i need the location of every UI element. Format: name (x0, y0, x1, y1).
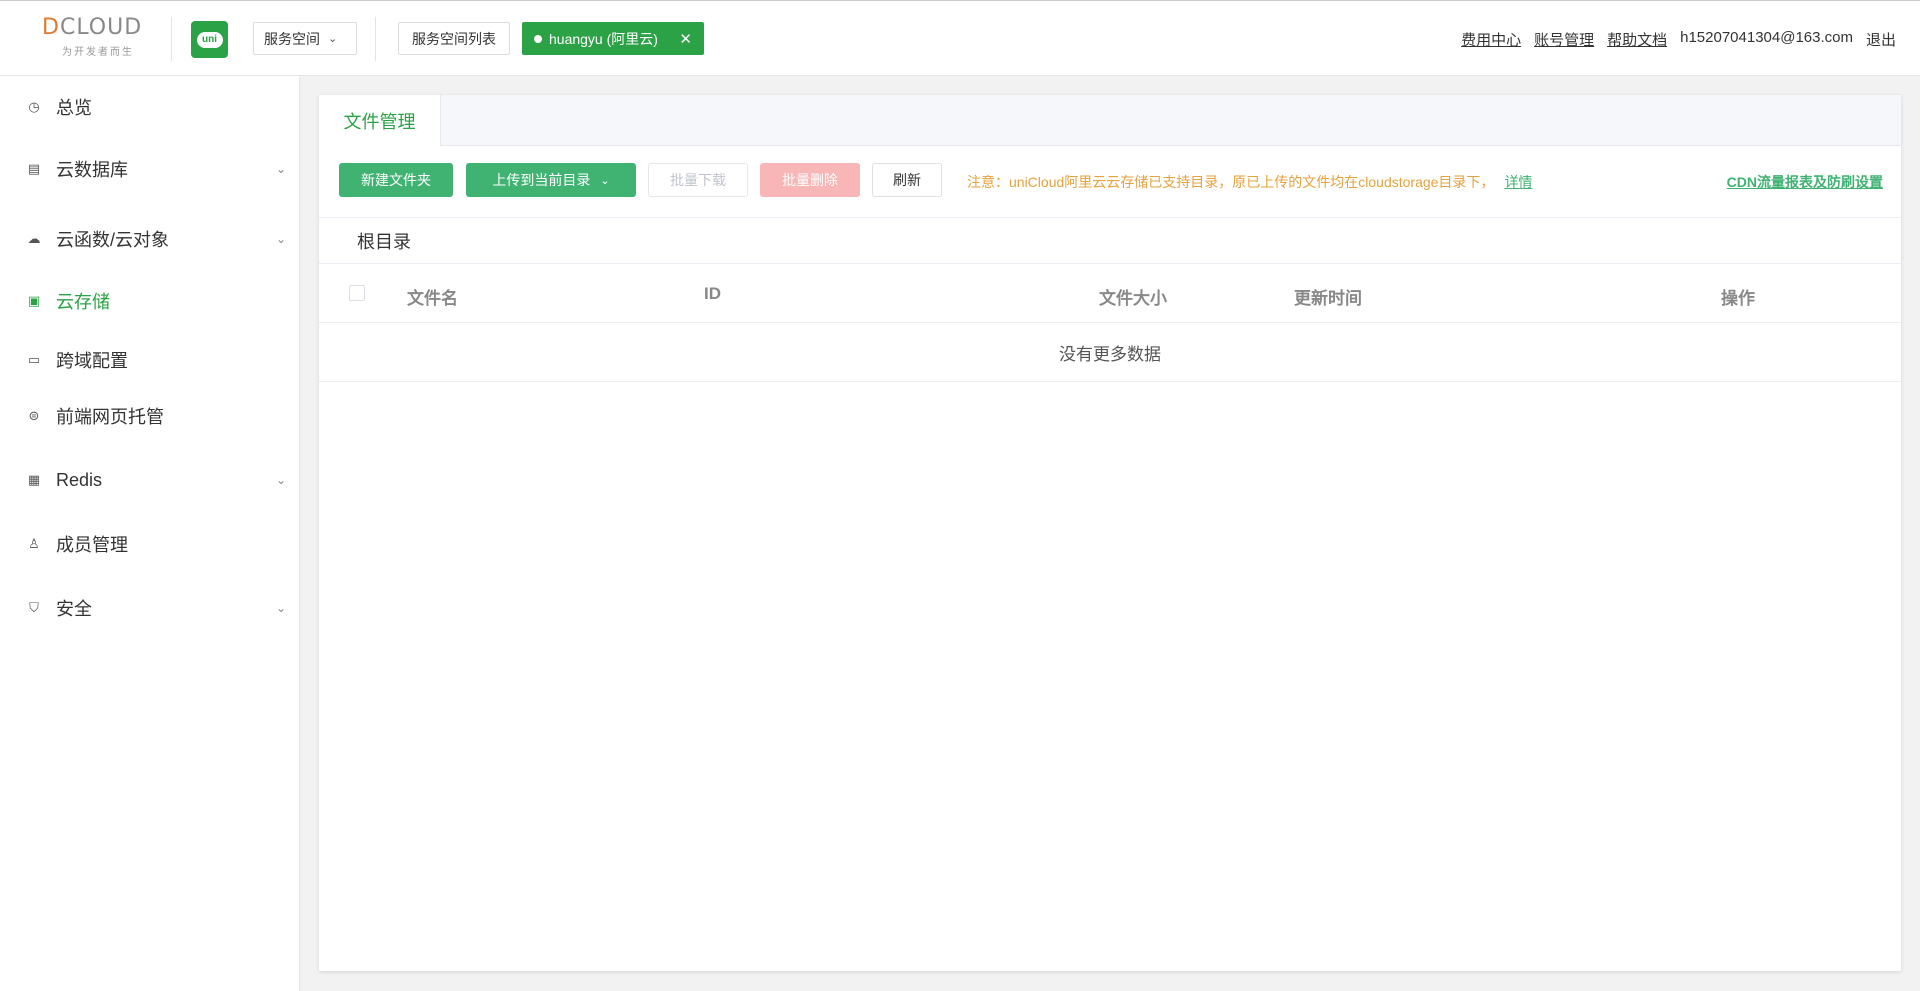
service-space-list-button[interactable]: 服务空间列表 (398, 22, 510, 55)
tabs-bar: 文件管理 (319, 95, 1901, 146)
user-icon: ♙ (28, 536, 40, 551)
sidebar-item-overview[interactable]: ◷ 总览 (0, 85, 300, 129)
header-divider (375, 17, 376, 61)
service-space-label: 服务空间 (264, 30, 320, 47)
column-header-id: ID (704, 284, 721, 303)
logo-text: DCLOUD (42, 15, 143, 40)
sidebar-item-cloud-functions[interactable]: ☁ 云函数/云对象 ⌄ (0, 217, 300, 261)
sidebar-item-label: 总览 (56, 98, 92, 118)
file-management-panel: 文件管理 新建文件夹 上传到当前目录 ⌄ 批量下载 批量删除 刷新 注意：uni… (319, 95, 1901, 971)
chevron-down-icon: ⌄ (275, 162, 286, 176)
sidebar-item-database[interactable]: ▤ 云数据库 ⌄ (0, 147, 300, 191)
sidebar-item-web-hosting[interactable]: ⊜ 前端网页托管 (0, 394, 300, 438)
dcloud-logo[interactable]: DCLOUD 为开发者而生 (42, 15, 154, 61)
top-header: DCLOUD 为开发者而生 uni 服务空间 ⌄ 服务空间列表 huangyu … (0, 0, 1920, 76)
sidebar-item-label: Redis (56, 469, 103, 490)
active-space-label: huangyu (阿里云) (549, 30, 658, 47)
chevron-down-icon: ⌄ (328, 33, 338, 45)
cloud-icon: ☁ (27, 231, 41, 246)
logout-link[interactable]: 退出 (1866, 29, 1896, 50)
toolbar: 新建文件夹 上传到当前目录 ⌄ 批量下载 批量删除 刷新 注意：uniCloud… (319, 146, 1901, 218)
sidebar-item-members[interactable]: ♙ 成员管理 (0, 522, 300, 566)
billing-center-link[interactable]: 费用中心 (1461, 29, 1521, 50)
column-header-updated: 更新时间 (1294, 289, 1362, 308)
uni-badge-text: uni (196, 31, 223, 48)
sidebar-item-label: 云数据库 (56, 160, 128, 180)
sidebar-item-label: 云存储 (56, 292, 110, 312)
card-icon: ▭ (27, 352, 41, 367)
account-email: h15207041304@163.com (1680, 29, 1853, 46)
chevron-down-icon: ⌄ (275, 473, 286, 487)
account-management-link[interactable]: 账号管理 (1534, 29, 1594, 50)
column-header-filename: 文件名 (407, 289, 458, 308)
tab-file-management[interactable]: 文件管理 (319, 95, 441, 146)
sidebar-item-label: 跨域配置 (56, 351, 128, 371)
uni-logo-icon[interactable]: uni (191, 21, 228, 58)
sidebar-item-redis[interactable]: ▦ Redis ⌄ (0, 458, 300, 502)
column-header-actions: 操作 (1721, 289, 1755, 308)
status-dot-icon (534, 34, 542, 43)
column-header-size: 文件大小 (1099, 289, 1167, 308)
sidebar: ◷ 总览 ▤ 云数据库 ⌄ ☁ 云函数/云对象 ⌄ ▣ 云存储 ▭ 跨域配置 ⊜… (0, 76, 300, 991)
service-space-dropdown[interactable]: 服务空间 ⌄ (253, 22, 357, 55)
redis-icon: ▦ (27, 472, 41, 487)
chevron-down-icon: ⌄ (275, 232, 286, 246)
select-all-checkbox[interactable] (349, 285, 365, 301)
help-docs-link[interactable]: 帮助文档 (1607, 29, 1667, 50)
sidebar-item-security[interactable]: ⛉ 安全 ⌄ (0, 586, 300, 630)
database-icon: ▤ (27, 161, 41, 176)
chevron-down-icon: ⌄ (600, 174, 610, 187)
storage-icon: ▣ (27, 293, 41, 308)
clock-icon: ◷ (28, 99, 40, 114)
upload-button-label: 上传到当前目录 (492, 172, 591, 188)
chevron-down-icon: ⌄ (275, 601, 286, 615)
refresh-button[interactable]: 刷新 (872, 163, 942, 197)
logo-subtitle: 为开发者而生 (62, 47, 134, 58)
batch-delete-button[interactable]: 批量删除 (760, 163, 860, 197)
breadcrumb[interactable]: 根目录 (357, 228, 411, 254)
active-space-tag[interactable]: huangyu (阿里云) ✕ (522, 22, 704, 55)
shield-icon: ⛉ (29, 600, 39, 615)
new-folder-button[interactable]: 新建文件夹 (339, 163, 453, 197)
sidebar-item-cloud-storage[interactable]: ▣ 云存储 (0, 279, 300, 323)
close-icon[interactable]: ✕ (679, 30, 692, 48)
sidebar-item-label: 云函数/云对象 (56, 230, 170, 250)
file-table-header: 文件名 ID 文件大小 更新时间 操作 (319, 263, 1901, 323)
sidebar-item-cors[interactable]: ▭ 跨域配置 (0, 338, 300, 382)
sidebar-item-label: 成员管理 (56, 535, 128, 555)
storage-notice-text: 注意：uniCloud阿里云云存储已支持目录，原已上传的文件均在cloudsto… (967, 174, 1495, 190)
storage-notice: 注意：uniCloud阿里云云存储已支持目录，原已上传的文件均在cloudsto… (967, 172, 1532, 192)
sidebar-item-label: 安全 (56, 599, 92, 619)
sidebar-item-label: 前端网页托管 (56, 407, 164, 427)
batch-download-button[interactable]: 批量下载 (648, 163, 748, 197)
notice-details-link[interactable]: 详情 (1504, 174, 1532, 190)
cdn-report-link[interactable]: CDN流量报表及防刷设置 (1727, 172, 1883, 192)
top-right-links: 费用中心 账号管理 帮助文档 h15207041304@163.com 退出 (1461, 29, 1896, 50)
empty-table-message: 没有更多数据 (319, 323, 1901, 382)
header-divider (171, 17, 172, 61)
web-icon: ⊜ (28, 408, 40, 423)
upload-button[interactable]: 上传到当前目录 ⌄ (466, 163, 636, 197)
